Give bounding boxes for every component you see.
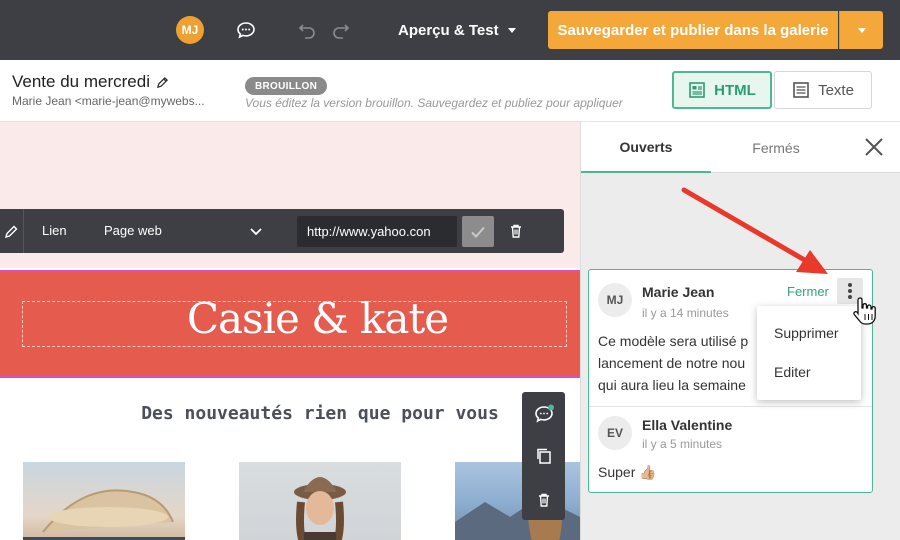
comment-text-line: Ce modèle sera utilisé p xyxy=(598,333,749,349)
link-type-label: Lien xyxy=(42,223,67,238)
pencil-icon[interactable] xyxy=(156,76,169,89)
comment-text: Super 👍🏼 xyxy=(598,464,657,480)
close-icon[interactable] xyxy=(863,136,885,158)
comment-author: Ella Valentine xyxy=(642,417,733,433)
comments-tabs: Ouverts Fermés xyxy=(581,122,900,173)
avatar: EV xyxy=(598,416,632,450)
email-canvas: Lien Page web http://www.yahoo.con Casie… xyxy=(0,122,580,540)
comments-icon[interactable] xyxy=(234,18,258,42)
hand-cursor-icon xyxy=(853,297,876,325)
product-photo[interactable] xyxy=(239,462,401,540)
edit-link-icon[interactable] xyxy=(0,209,24,253)
delete-block-icon[interactable] xyxy=(522,480,565,520)
block-tools xyxy=(522,392,565,520)
document-header: Vente du mercredi Marie Jean <marie-jean… xyxy=(0,60,900,122)
check-icon xyxy=(471,226,485,238)
link-toolbar: Lien Page web http://www.yahoo.con xyxy=(0,209,564,253)
text-view-icon xyxy=(793,82,809,98)
status-badge: BROUILLON xyxy=(245,77,328,95)
caret-down-icon xyxy=(507,28,516,33)
document-title-text: Vente du mercredi xyxy=(12,72,150,91)
view-html-label: HTML xyxy=(714,81,756,99)
link-url-input[interactable]: http://www.yahoo.con xyxy=(297,216,457,247)
html-view-icon xyxy=(689,82,705,98)
comment-context-menu: Supprimer Editer xyxy=(757,306,861,400)
product-photo[interactable] xyxy=(23,462,185,540)
document-title[interactable]: Vente du mercredi xyxy=(12,72,169,92)
comment-text-line: qui aura lieu la semaine xyxy=(598,377,746,393)
divider xyxy=(589,406,872,407)
banner-block[interactable]: Casie & kate xyxy=(0,270,580,378)
publish-options-button[interactable] xyxy=(839,11,883,49)
document-sender: Marie Jean <marie-jean@mywebs... xyxy=(12,94,205,108)
resolve-comment-link[interactable]: Fermer xyxy=(787,284,829,299)
comment-text-line: lancement de notre nou xyxy=(598,355,746,371)
view-text-label: Texte xyxy=(818,81,854,99)
status-note: Vous éditez la version brouillon. Sauveg… xyxy=(245,96,623,110)
duplicate-icon[interactable] xyxy=(522,436,565,476)
comment-text: Ce modèle sera utilisé p lancement de no… xyxy=(598,330,748,396)
add-comment-icon[interactable] xyxy=(522,394,565,434)
delete-link-icon[interactable] xyxy=(506,221,526,241)
view-html-button[interactable]: HTML xyxy=(672,71,772,109)
email-tagline[interactable]: Des nouveautés rien que pour vous xyxy=(0,403,580,424)
user-avatar[interactable]: MJ xyxy=(176,16,204,44)
preview-test-label: Aperçu & Test xyxy=(398,21,499,39)
caret-down-icon xyxy=(857,28,866,33)
delete-comment-menu-item[interactable]: Supprimer xyxy=(757,313,861,353)
link-target-select[interactable]: Page web xyxy=(104,223,162,238)
publish-button[interactable]: Sauvegarder et publier dans la galerie xyxy=(548,11,838,49)
chevron-down-icon[interactable] xyxy=(248,223,264,239)
brand-logo: Casie & kate xyxy=(186,294,449,343)
comment-time: il y a 5 minutes xyxy=(642,437,723,451)
confirm-link-button[interactable] xyxy=(462,216,494,247)
top-bar: MJ Aperçu & Test Sauvegarder et publier … xyxy=(0,0,900,60)
tab-open[interactable]: Ouverts xyxy=(581,122,711,173)
view-text-button[interactable]: Texte xyxy=(774,71,872,109)
preview-test-button[interactable]: Aperçu & Test xyxy=(398,14,517,46)
avatar: MJ xyxy=(598,283,632,317)
edit-comment-menu-item[interactable]: Editer xyxy=(757,352,861,392)
comment-author: Marie Jean xyxy=(642,284,715,300)
redo-icon[interactable] xyxy=(329,18,353,42)
tab-closed[interactable]: Fermés xyxy=(711,122,841,173)
undo-icon[interactable] xyxy=(295,18,319,42)
comment-time: il y a 14 minutes xyxy=(642,306,729,320)
